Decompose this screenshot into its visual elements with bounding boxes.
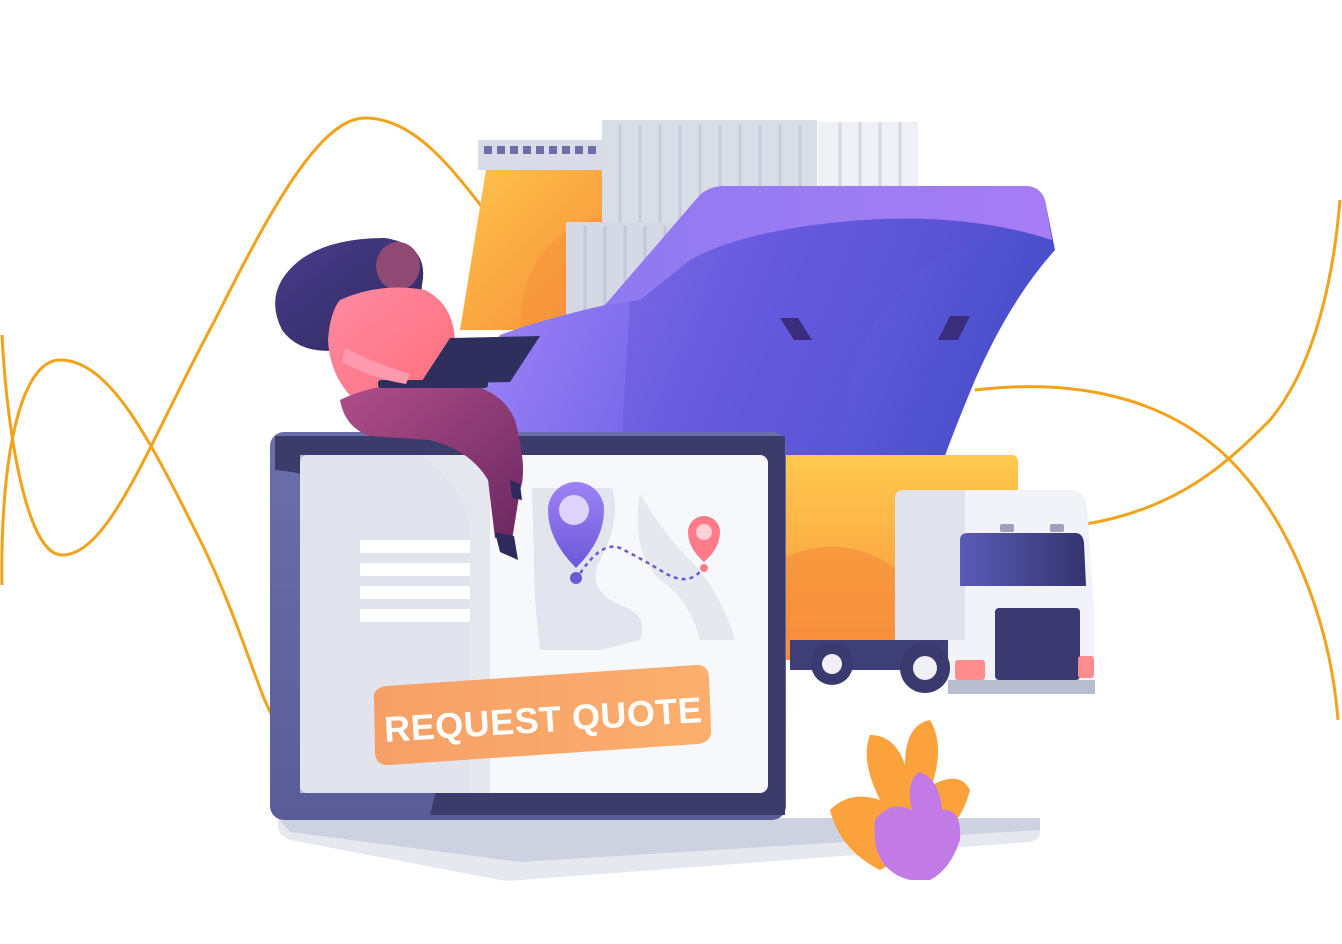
- truck-icon: [760, 455, 1095, 694]
- plant-decoration: [830, 720, 970, 880]
- truck-wheel-front: [900, 643, 950, 693]
- logistics-illustration: REQUEST QUOTE: [0, 116, 1342, 881]
- truck-wheel-rear: [811, 643, 853, 685]
